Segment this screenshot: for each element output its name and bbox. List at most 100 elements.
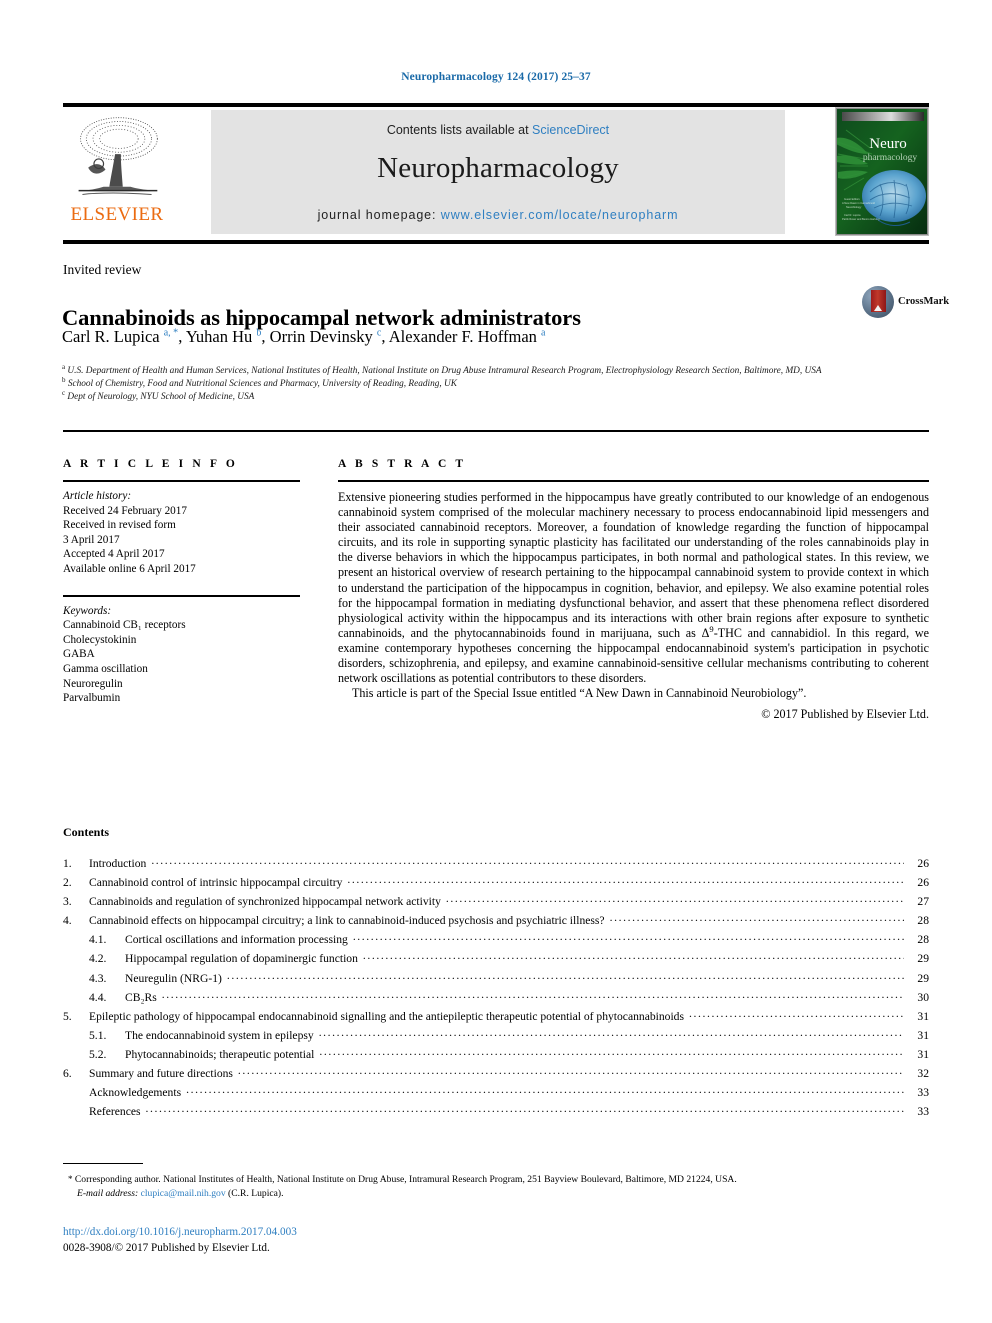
issn-copyright-line: 0028-3908/© 2017 Published by Elsevier L…	[63, 1242, 270, 1254]
toc-entry-label: Introduction	[89, 857, 147, 870]
toc-entry-number: 4.3.	[89, 971, 107, 985]
toc-leader-dots	[319, 1046, 904, 1058]
toc-entry-number: 6.	[63, 1067, 72, 1081]
sciencedirect-link[interactable]: ScienceDirect	[532, 123, 609, 137]
author-affiliation-mark: a, *	[163, 327, 179, 339]
toc-entry-page: 28	[917, 914, 929, 928]
toc-leader-dots	[319, 1027, 904, 1039]
crossmark-badge[interactable]: CrossMark	[862, 286, 949, 320]
toc-entry-number: 4.	[63, 914, 72, 928]
toc-entry[interactable]: 5. Epileptic pathology of hippocampal end…	[63, 1008, 929, 1027]
toc-entry-label: Acknowledgements	[89, 1086, 182, 1100]
email-owner: (C.R. Lupica).	[225, 1188, 284, 1199]
contents-available-prefix: Contents lists available at	[386, 123, 533, 137]
doi-link[interactable]: http://dx.doi.org/10.1016/j.neuropharm.2…	[63, 1226, 297, 1238]
contents-heading: Contents	[63, 825, 110, 839]
toc-entry[interactable]: 4.4. CB₂Rs 30	[63, 989, 929, 1008]
toc-entry-label: References	[89, 1105, 141, 1119]
cover-title-line2: pharmacology	[863, 153, 918, 163]
affiliation-text: U.S. Department of Health and Human Serv…	[65, 366, 822, 376]
toc-entry-number: 5.1.	[89, 1028, 107, 1042]
toc-entry-label: Epileptic pathology of hippocampal endoc…	[89, 1009, 684, 1023]
toc-entry[interactable]: 4. Cannabinoid effects on hippocampal cir…	[63, 912, 929, 931]
toc-entry-number: 4.1.	[89, 933, 107, 947]
journal-title: Neuropharmacology	[377, 152, 619, 184]
abstract-special-issue: This article is part of the Special Issu…	[352, 686, 807, 701]
toc-entry[interactable]: 5.2. Phytocannabinoids; therapeutic poten…	[63, 1046, 929, 1065]
affiliation-item: b School of Chemistry, Food and Nutritio…	[62, 377, 822, 391]
toc-entry-label: Phytocannabinoids; therapeutic potential	[125, 1047, 315, 1061]
toc-leader-dots	[347, 874, 904, 886]
keywords-label: Keywords:	[63, 604, 112, 617]
toc-entry[interactable]: 1. Introduction 26	[63, 855, 929, 874]
toc-entry-page: 26	[917, 857, 929, 870]
corresponding-author-note: * Corresponding author. National Institu…	[68, 1172, 948, 1201]
journal-homepage-line: journal homepage: www.elsevier.com/locat…	[211, 208, 785, 222]
history-item: Available online 6 April 2017	[63, 562, 196, 575]
toc-entry[interactable]: 5.1. The endocannabinoid system in epilep…	[63, 1027, 929, 1046]
toc-leader-dots	[363, 950, 904, 962]
corresponding-author-text: Corresponding author. National Institute…	[72, 1174, 737, 1185]
toc-leader-dots	[146, 1103, 905, 1115]
toc-entry-number: 5.	[63, 1009, 72, 1023]
article-history-label: Article history:	[63, 490, 132, 502]
article-type-label: Invited review	[63, 262, 142, 277]
affiliation-item: a U.S. Department of Health and Human Se…	[62, 363, 822, 378]
journal-masthead: ELSEVIER Contents lists available at Sci…	[63, 107, 929, 236]
keyword-item: Neuroregulin	[63, 677, 123, 690]
toc-leader-dots	[151, 855, 904, 867]
toc-entry-label: Cannabinoid control of intrinsic hippoca…	[89, 876, 343, 890]
email-link[interactable]: clupica@mail.nih.gov	[141, 1188, 226, 1199]
affiliation-item: c Dept of Neurology, NYU School of Medic…	[62, 390, 822, 404]
elsevier-tree-icon	[78, 117, 158, 195]
toc-entry[interactable]: 4.2. Hippocampal regulation of dopaminerg…	[63, 950, 929, 969]
article-first-page: Neuropharmacology 124 (2017) 25–37 ELSEV…	[0, 0, 992, 1323]
author-name: Carl R. Lupica	[62, 327, 164, 346]
contents-available-line: Contents lists available at ScienceDirec…	[211, 123, 785, 137]
svg-text:A New Dawn in Cannabinoid: A New Dawn in Cannabinoid	[842, 201, 875, 205]
toc-leader-dots	[353, 931, 904, 943]
toc-entry[interactable]: 4.3. Neuregulin (NRG-1) 29	[63, 970, 929, 989]
toc-entry[interactable]: 4.1. Cortical oscillations and informatio…	[63, 931, 929, 950]
toc-entry[interactable]: Acknowledgements 33	[63, 1084, 929, 1103]
svg-text:Neurobiology: Neurobiology	[846, 205, 862, 209]
article-info-heading: A R T I C L E I N F O	[63, 458, 238, 470]
keyword-item: GABA	[63, 648, 95, 661]
abstract-copyright: © 2017 Published by Elsevier Ltd.	[761, 707, 929, 722]
toc-leader-dots	[238, 1065, 904, 1077]
article-info-column: A R T I C L E I N F O Article history: R…	[63, 458, 303, 706]
homepage-url-link[interactable]: www.elsevier.com/locate/neuropharm	[441, 208, 679, 222]
history-item: 3 April 2017	[63, 533, 120, 546]
history-item: Received in revised form	[63, 519, 176, 532]
toc-entry-number: 4.2.	[89, 952, 107, 966]
abstract-column: A B S T R A C T Extensive pioneering stu…	[338, 458, 929, 722]
info-section-top-rule	[63, 430, 929, 432]
toc-entry-page: 33	[917, 1105, 929, 1119]
toc-entry[interactable]: References 33	[63, 1103, 929, 1122]
keyword-item: Cannabinoid CB₁ receptors	[63, 619, 186, 632]
article-history-block: Article history: Received 24 February 20…	[63, 489, 303, 577]
journal-cover-thumbnail: Neuro pharmacology Guest Editors A New D…	[835, 107, 929, 236]
toc-entry-label: Cortical oscillations and information pr…	[125, 933, 348, 947]
toc-entry[interactable]: 6. Summary and future directions 32	[63, 1065, 929, 1084]
email-line: E-mail address: clupica@mail.nih.gov (C.…	[68, 1187, 948, 1201]
author-list: Carl R. Lupica a, *, Yuhan Hu b, Orrin D…	[62, 327, 822, 347]
toc-entry-number: 1.	[63, 857, 72, 870]
author-name: Yuhan Hu	[185, 327, 257, 346]
toc-entry-label: CB₂Rs	[125, 990, 157, 1004]
toc-leader-dots	[227, 970, 904, 982]
crossmark-label: CrossMark	[898, 296, 950, 307]
toc-entry-label: Hippocampal regulation of dopaminergic f…	[125, 952, 358, 966]
article-info-rule	[63, 480, 300, 482]
abstract-body: Extensive pioneering studies performed i…	[338, 490, 929, 686]
toc-entry[interactable]: 2. Cannabinoid control of intrinsic hippo…	[63, 874, 929, 893]
crossmark-icon	[862, 286, 894, 318]
toc-entry-page: 29	[917, 952, 929, 966]
toc-entry-page: 31	[917, 1028, 929, 1042]
cover-title-line1: Neuro	[869, 136, 907, 152]
toc-entry[interactable]: 3. Cannabinoids and regulation of synchro…	[63, 893, 929, 912]
abstract-text-part: Extensive pioneering studies performed i…	[338, 490, 929, 640]
keyword-item: Gamma oscillation	[63, 662, 148, 675]
toc-entry-page: 26	[917, 876, 929, 890]
author-separator: ,	[261, 327, 270, 346]
